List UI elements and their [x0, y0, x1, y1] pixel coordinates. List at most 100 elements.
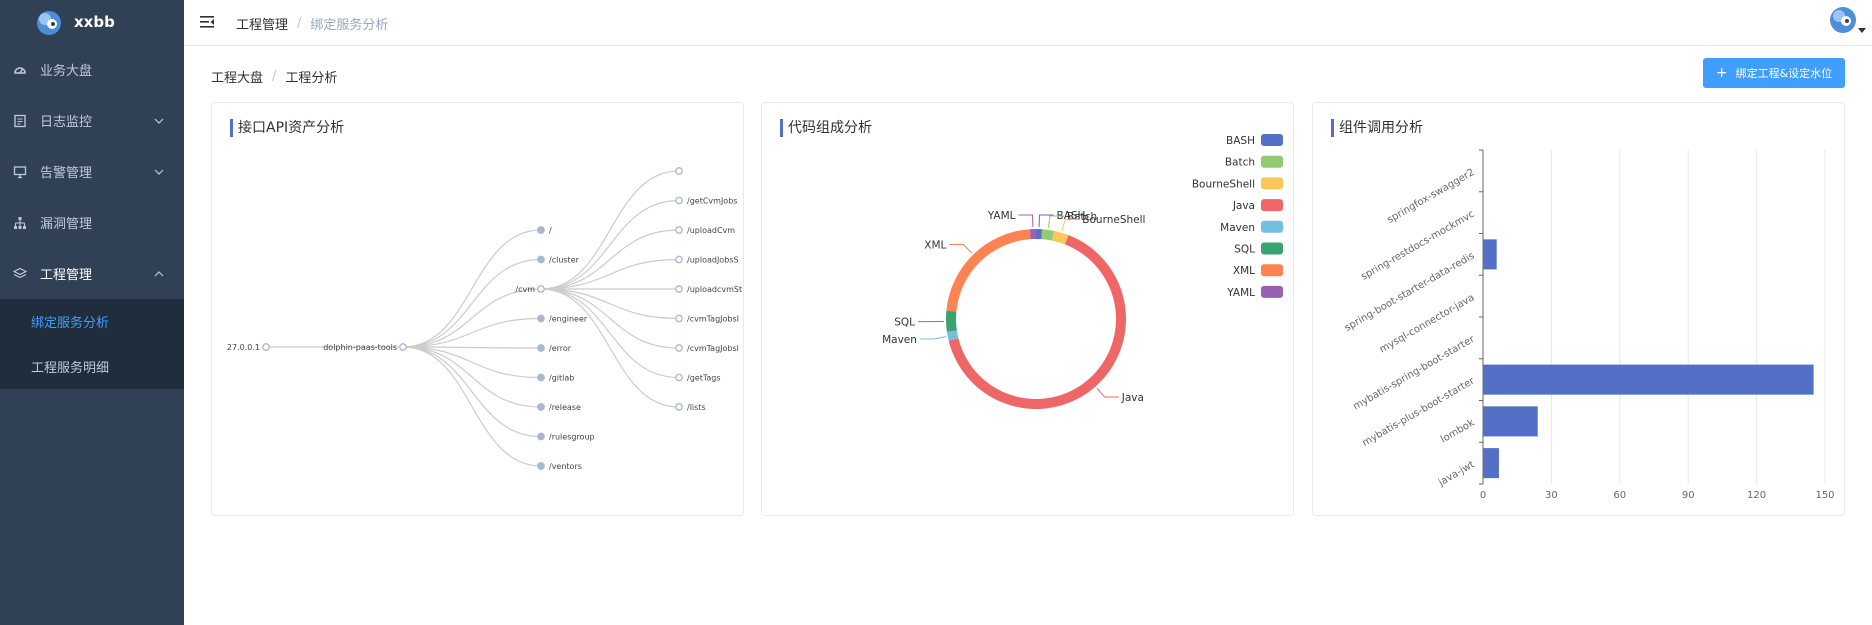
sitemap-icon: [14, 216, 26, 229]
tree-node-root[interactable]: [262, 343, 270, 351]
donut-slice[interactable]: [946, 310, 957, 332]
tree-node-endpoint[interactable]: [537, 432, 545, 441]
tree-node-endpoint[interactable]: [537, 285, 545, 293]
code-composition-card: 代码组成分析 BASH Batch BourneShell Java Maven SQL X…: [761, 102, 1294, 516]
tree-label-endpoint: /rulesgroup: [549, 433, 595, 442]
tree-node-endpoint[interactable]: [537, 373, 545, 382]
donut-label-line: [1096, 387, 1119, 398]
legend-swatch[interactable]: [1261, 199, 1283, 212]
breadcrumb-item[interactable]: 工程大盘: [211, 67, 263, 86]
tree-node-leaf[interactable]: [675, 373, 683, 382]
tree-node-leaf[interactable]: [675, 167, 683, 175]
tree-label-leaf: /uploadJobsS: [687, 256, 739, 265]
y-category-label: lombok: [1439, 417, 1477, 445]
x-tick-label: 120: [1747, 490, 1766, 501]
donut-slice-label: Maven: [882, 334, 917, 346]
legend-swatch[interactable]: [1261, 220, 1283, 233]
sidebar-item-3[interactable]: 漏洞管理: [0, 197, 184, 248]
logo[interactable]: xxbb: [0, 0, 184, 44]
legend-label: Maven: [1220, 222, 1255, 234]
breadcrumb-separator: /: [272, 69, 277, 84]
bind-project-button[interactable]: + 绑定工程&设定水位: [1703, 58, 1845, 88]
y-category-label: spring-boot-starter-data-redis: [1343, 250, 1477, 333]
tree-label-leaf: /getTags: [687, 374, 721, 383]
dashboard-icon: [14, 66, 26, 74]
donut-slice[interactable]: [946, 229, 1031, 312]
tree-node-service[interactable]: [399, 343, 407, 351]
tree-node-endpoint[interactable]: [537, 226, 545, 234]
bar[interactable]: [1483, 406, 1538, 437]
legend-label: SQL: [1234, 244, 1255, 256]
bar[interactable]: [1483, 239, 1497, 270]
tree-node-leaf[interactable]: [675, 344, 683, 352]
legend-swatch[interactable]: [1261, 134, 1283, 146]
donut-slice-label: BourneShell: [1082, 214, 1145, 226]
tree-label-root: 27.0.0.1: [227, 343, 260, 352]
donut-slice[interactable]: [1041, 229, 1055, 241]
tree-node-endpoint[interactable]: [537, 314, 545, 323]
code-donut-chart[interactable]: BASH Batch BourneShell Java Maven SQL XML YAML B…: [762, 103, 1295, 517]
sidebar-item-2[interactable]: 告警管理: [0, 146, 184, 197]
tree-label-endpoint: /ventors: [549, 462, 582, 471]
tree-link: [402, 288, 542, 348]
tree-label-leaf: /uploadCvm: [687, 226, 735, 235]
tree-node-endpoint[interactable]: [537, 403, 545, 411]
avatar[interactable]: [1828, 4, 1858, 36]
tree-node-endpoint[interactable]: [537, 255, 545, 264]
tree-label-leaf: /cvmTagJobsI: [687, 315, 739, 324]
tree-label-service: dolphin-paas-tools: [323, 343, 397, 352]
x-tick-label: 150: [1815, 490, 1834, 501]
legend-label: XML: [1233, 265, 1255, 277]
breadcrumb-item-current: 绑定服务分析: [310, 18, 389, 33]
api-tree-chart[interactable]: 27.0.0.1 dolphin-paas-tools / /cluster/cvm /…: [212, 103, 745, 517]
tree-node-endpoint[interactable]: [537, 344, 545, 352]
tree-node-leaf[interactable]: [675, 403, 683, 411]
hamburger-icon[interactable]: [200, 15, 214, 29]
breadcrumb-item[interactable]: 工程管理: [236, 14, 288, 33]
legend-swatch[interactable]: [1261, 264, 1283, 277]
legend-swatch[interactable]: [1261, 177, 1283, 190]
sidebar-item-4[interactable]: 工程管理: [0, 248, 184, 299]
chevron-down-icon: [154, 118, 164, 124]
tree-node-leaf[interactable]: [675, 226, 683, 234]
component-bar-chart[interactable]: 0 30 60 90 120 150springfox-swagger2spring-re…: [1313, 103, 1846, 517]
page-breadcrumb: 工程大盘 / 工程分析: [211, 67, 337, 86]
sidebar-item-label: 告警管理: [40, 166, 93, 181]
donut-label-line: [1038, 214, 1054, 228]
tree-node-endpoint[interactable]: [537, 462, 545, 470]
sidebar-item-label: 业务大盘: [40, 64, 93, 79]
legend-swatch[interactable]: [1261, 242, 1283, 255]
donut-label-line: [1018, 214, 1034, 228]
breadcrumb-separator: /: [297, 16, 302, 31]
y-category-label: mybatis-spring-boot-starter: [1351, 334, 1477, 413]
submenu-item-1[interactable]: 工程服务明细: [0, 344, 184, 389]
bar[interactable]: [1483, 364, 1814, 395]
tree-link: [540, 170, 680, 290]
tree-link: [402, 346, 542, 438]
bar[interactable]: [1483, 448, 1499, 479]
tree-node-leaf[interactable]: [675, 314, 683, 323]
x-tick-label: 30: [1545, 490, 1558, 501]
tree-node-leaf[interactable]: [675, 285, 683, 293]
tree-label-endpoint: /release: [549, 403, 581, 412]
sidebar-item-1[interactable]: 日志监控: [0, 95, 184, 146]
tree-node-leaf[interactable]: [675, 255, 683, 264]
tree-label-leaf: /cvmTagJobsl: [687, 344, 739, 353]
tree-label-endpoint: /cvm: [515, 285, 535, 294]
tree-label-endpoint: /engineer: [549, 315, 588, 324]
caret-down-icon[interactable]: [1858, 28, 1866, 34]
donut-label-line: [949, 244, 973, 254]
submenu-item-0[interactable]: 绑定服务分析: [0, 299, 184, 344]
sidebar-item-0[interactable]: 业务大盘: [0, 44, 184, 95]
donut-slice[interactable]: [1036, 229, 1043, 240]
donut-label-line: [919, 336, 946, 340]
sidebar-item-label: 日志监控: [40, 115, 93, 130]
tree-label-leaf: /getCvmJobs: [687, 197, 737, 206]
legend-swatch[interactable]: [1261, 285, 1283, 298]
donut-slice[interactable]: [1029, 229, 1036, 240]
legend-label: Batch: [1225, 157, 1255, 169]
legend-swatch[interactable]: [1261, 155, 1283, 168]
brand-name: xxbb: [74, 13, 115, 31]
tree-node-leaf[interactable]: [675, 196, 683, 205]
logo-icon: [37, 11, 61, 35]
